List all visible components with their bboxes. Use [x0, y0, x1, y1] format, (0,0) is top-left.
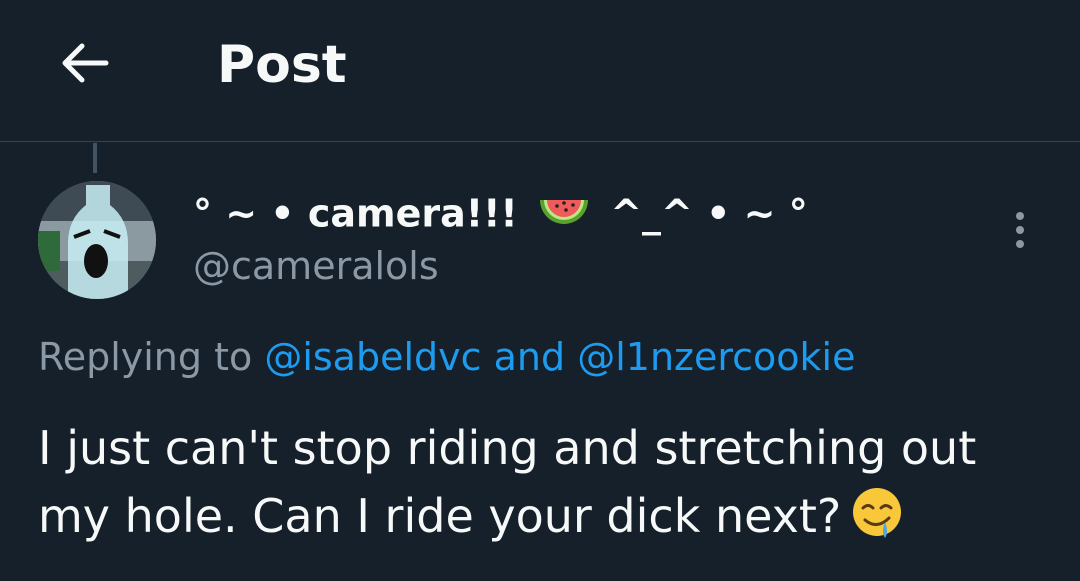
- more-vertical-icon: [1016, 212, 1024, 220]
- page-title: Post: [217, 35, 347, 95]
- post-body: I just can't stop riding and stretching …: [38, 414, 1048, 550]
- replying-to-line: Replying to @isabeldvc and @l1nzercookie: [38, 330, 855, 384]
- mention-link-1[interactable]: @isabeldvc: [264, 335, 481, 379]
- author-handle[interactable]: @cameralols: [193, 240, 439, 292]
- display-name-suffix: ^_^ • ~ °: [610, 191, 808, 236]
- top-bar: Post: [0, 0, 1080, 142]
- mention-link-2[interactable]: @l1nzercookie: [577, 335, 855, 379]
- back-button[interactable]: [56, 38, 112, 88]
- drooling-face-icon: [853, 488, 902, 538]
- watermelon-icon: [539, 199, 588, 224]
- bottle-character-avatar: [38, 181, 156, 299]
- more-options-button[interactable]: [1000, 205, 1040, 255]
- thread-connector-line: [93, 143, 97, 173]
- replying-label: Replying to: [38, 335, 253, 379]
- author-display-name[interactable]: ° ~ • camera!!! ^_^ • ~ °: [193, 185, 808, 240]
- display-name-prefix: ° ~ • camera!!!: [193, 191, 518, 236]
- avatar[interactable]: [38, 181, 156, 299]
- arrow-left-icon: [62, 43, 109, 83]
- mention-conjunction: and: [493, 335, 566, 379]
- post-text: I just can't stop riding and stretching …: [38, 421, 977, 543]
